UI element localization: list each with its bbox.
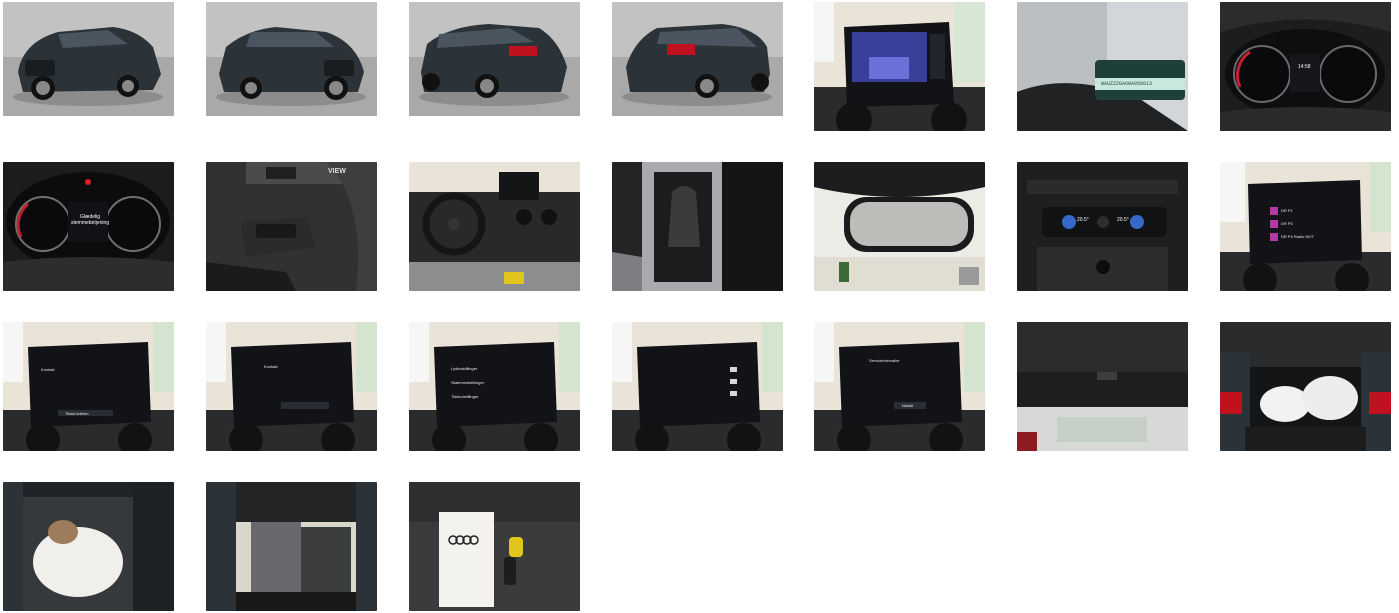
photo-screen-settings[interactable]: Lydindstillinger Skærmindstillinger Tids… bbox=[409, 322, 580, 451]
photo-luggage-compartment[interactable] bbox=[1220, 322, 1391, 451]
settings-row-1: Lydindstillinger bbox=[451, 366, 478, 371]
photo-rear-right-exterior[interactable] bbox=[612, 2, 783, 116]
photo-rear-left-exterior[interactable] bbox=[409, 2, 580, 116]
photo-front-seat[interactable] bbox=[206, 482, 377, 611]
radio-row-1: DR P1 bbox=[1281, 208, 1293, 213]
photo-screen-service[interactable]: Serviceintervaller Nulstil bbox=[814, 322, 985, 451]
photo-manual-and-keys[interactable] bbox=[409, 482, 580, 611]
vin-badge-text: WAUZZZGA6NA050813 bbox=[1101, 81, 1153, 87]
photo-screen-bluetooth[interactable]: Kontakt Tilslut telefon bbox=[3, 322, 174, 451]
cluster-message: Glædelig stemmebetjening bbox=[71, 214, 110, 226]
service-title: Serviceintervaller bbox=[869, 358, 900, 363]
photo-screen-pairing[interactable]: Kontakt bbox=[206, 322, 377, 451]
photo-digital-cockpit[interactable]: 14:58 bbox=[1220, 2, 1391, 131]
screen-pairing-kontakt: Kontakt bbox=[264, 364, 278, 369]
photo-front-left-exterior[interactable] bbox=[3, 2, 174, 116]
photo-windshield-badge[interactable]: WAUZZZGA6NA050813 bbox=[1017, 2, 1188, 131]
climate-left-temp: 20.5° bbox=[1077, 217, 1089, 223]
screen-kontakt-label: Kontakt bbox=[41, 367, 55, 372]
photo-radio-screen[interactable]: DR P1 DR P3 DR P4 Radio NOT bbox=[1220, 162, 1391, 291]
photo-instrument-cluster[interactable]: Glædelig stemmebetjening bbox=[3, 162, 174, 291]
photo-rear-camera-screen[interactable] bbox=[814, 2, 985, 131]
photo-screen-assist[interactable] bbox=[612, 322, 783, 451]
cockpit-time: 14:58 bbox=[1298, 64, 1311, 70]
radio-row-3: DR P4 Radio NOT bbox=[1281, 234, 1314, 239]
screen-tilslut-button: Tilslut telefon bbox=[65, 411, 89, 416]
radio-row-2: DR P3 bbox=[1281, 221, 1293, 226]
service-reset-button: Nulstil bbox=[902, 403, 913, 408]
view-button-label: VIEW bbox=[328, 168, 346, 175]
climate-right-temp: 20.5° bbox=[1117, 217, 1129, 223]
photo-gear-selector[interactable] bbox=[612, 162, 783, 291]
photo-rearview-mirror[interactable] bbox=[814, 162, 985, 291]
photo-rear-seat[interactable] bbox=[3, 482, 174, 611]
settings-row-3: Tidsindstillinger bbox=[451, 394, 479, 399]
photo-gallery: WAUZZZGA6NA050813 14:58 Glædelig stemmeb… bbox=[0, 0, 1399, 613]
photo-climate-control[interactable]: 20.5° 20.5° bbox=[1017, 162, 1188, 291]
photo-light-switch[interactable]: VIEW bbox=[206, 162, 377, 291]
photo-front-right-exterior[interactable] bbox=[206, 2, 377, 116]
photo-tailgate[interactable] bbox=[1017, 322, 1188, 451]
photo-dashboard-interior[interactable] bbox=[409, 162, 580, 291]
settings-row-2: Skærmindstillinger bbox=[451, 380, 484, 385]
